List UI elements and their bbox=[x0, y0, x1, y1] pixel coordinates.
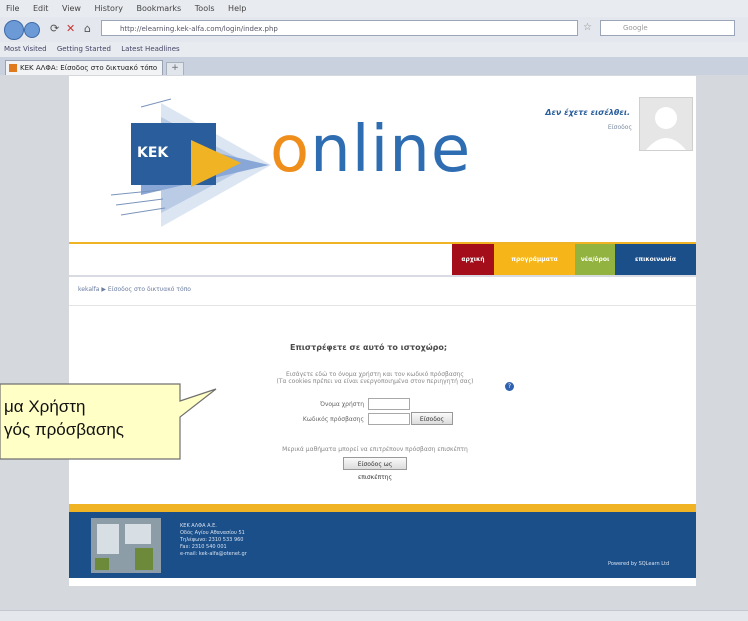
nav-bottom-rule bbox=[69, 275, 696, 277]
powered-by[interactable]: Powered by SQLearn Ltd bbox=[608, 561, 669, 567]
kek-logo[interactable]: KEK bbox=[101, 95, 271, 235]
nav-programs[interactable]: προγράμματα bbox=[494, 244, 575, 275]
bookmark-latest-headlines[interactable]: Latest Headlines bbox=[121, 45, 179, 53]
stop-icon[interactable]: ✕ bbox=[66, 22, 75, 35]
menu-bookmarks[interactable]: Bookmarks bbox=[137, 4, 182, 13]
brand-text-nline: nline bbox=[310, 113, 472, 187]
menu-help[interactable]: Help bbox=[228, 4, 246, 13]
menu-bar: File Edit View History Bookmarks Tools H… bbox=[0, 0, 748, 17]
browser-tab[interactable]: ΚΕΚ ΑΛΦΑ: Είσοδος στο δικτυακό τόπο bbox=[5, 60, 163, 75]
tab-favicon bbox=[9, 64, 17, 72]
username-input[interactable] bbox=[368, 398, 410, 410]
bookmarks-toolbar: Most Visited Getting Started Latest Head… bbox=[0, 42, 748, 58]
cookies-note: (Τα cookies πρέπει να είναι ενεργοποιημέ… bbox=[276, 378, 474, 385]
footer-contact-info: ΚΕΚ ΑΛΦΑ Α.Ε. Οδός Αγίου Αθανασίου 51 Τη… bbox=[180, 523, 247, 558]
help-icon[interactable]: ? bbox=[505, 382, 514, 391]
nav-contact[interactable]: επικοινωνία bbox=[615, 244, 696, 275]
login-title: Επιστρέφετε σε αυτό το ιστοχώρο; bbox=[290, 343, 448, 352]
menu-file[interactable]: File bbox=[6, 4, 19, 13]
footer-divider bbox=[69, 504, 696, 512]
address-bar[interactable]: http://elearning.kek-alfa.com/login/inde… bbox=[101, 20, 578, 36]
username-label: Όνομα χρήστη bbox=[320, 401, 364, 408]
menu-tools[interactable]: Tools bbox=[195, 4, 215, 13]
back-button[interactable] bbox=[4, 20, 24, 40]
breadcrumb[interactable]: kekalfa ▶ Είσοδος στο δικτυακό τόπο bbox=[78, 286, 191, 293]
login-button[interactable]: Είσοδος bbox=[411, 412, 453, 425]
bookmark-star-icon[interactable]: ☆ bbox=[583, 22, 592, 33]
callout-text: μα Χρήστη γός πρόσβασης bbox=[4, 395, 124, 441]
brand-online: online bbox=[270, 115, 471, 185]
footer-photo bbox=[91, 518, 161, 573]
footer-line-email[interactable]: e-mail: kek-alfa@otenet.gr bbox=[180, 551, 247, 558]
callout-line-username: μα Χρήστη bbox=[4, 397, 86, 416]
login-link[interactable]: Είσοδος bbox=[560, 124, 632, 131]
forward-button[interactable] bbox=[24, 22, 40, 38]
bookmark-most-visited[interactable]: Most Visited bbox=[4, 45, 47, 53]
avatar bbox=[639, 97, 693, 151]
password-input[interactable] bbox=[368, 413, 410, 425]
password-label: Κωδικός πρόσβασης bbox=[302, 416, 364, 423]
menu-edit[interactable]: Edit bbox=[33, 4, 49, 13]
reload-icon[interactable]: ⟳ bbox=[50, 22, 59, 35]
login-status: Δεν έχετε εισέλθει. bbox=[545, 108, 630, 117]
footer-line-company: ΚΕΚ ΑΛΦΑ Α.Ε. bbox=[180, 523, 217, 529]
breadcrumb-divider bbox=[69, 305, 696, 306]
menu-view[interactable]: View bbox=[62, 4, 81, 13]
login-instructions: Εισάγετε εδώ το όνομα χρήστη και τον κωδ… bbox=[286, 371, 464, 378]
nav-home[interactable]: αρχική bbox=[452, 244, 494, 275]
footer-line-address: Οδός Αγίου Αθανασίου 51 bbox=[180, 530, 245, 536]
guest-login-button[interactable]: Είσοδος ως επισκέπτης bbox=[343, 457, 407, 481]
home-icon[interactable]: ⌂ bbox=[84, 22, 91, 35]
footer-line-phone: Τηλέφωνο: 2310 533 960 bbox=[180, 537, 244, 543]
brand-letter-o: o bbox=[270, 113, 311, 187]
menu-history[interactable]: History bbox=[95, 4, 123, 13]
footer bbox=[69, 512, 696, 578]
new-tab-button[interactable]: + bbox=[166, 62, 184, 76]
search-input[interactable]: Google bbox=[600, 20, 735, 36]
bookmark-getting-started[interactable]: Getting Started bbox=[57, 45, 111, 53]
callout-line-password: γός πρόσβασης bbox=[4, 420, 124, 439]
logo-text: KEK bbox=[137, 145, 169, 161]
footer-line-fax: Fax: 2310 540 001 bbox=[180, 544, 227, 550]
nav-news[interactable]: νέα/όροι bbox=[575, 244, 615, 275]
guest-note: Μερικά μαθήματα μπορεί να επιτρέπουν πρό… bbox=[282, 446, 468, 453]
status-bar bbox=[0, 610, 748, 621]
user-silhouette-icon bbox=[646, 107, 686, 150]
